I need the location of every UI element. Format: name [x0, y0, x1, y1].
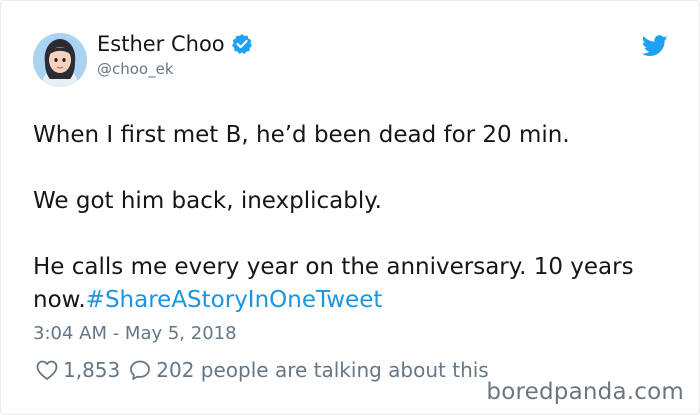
hashtag-link[interactable]: #ShareAStoryInOneTweet — [86, 287, 383, 313]
tweet-text: When I first met B, he’d been dead for 2… — [33, 119, 673, 317]
like-count[interactable]: 1,853 — [63, 358, 120, 382]
reply-bubble-icon[interactable] — [128, 358, 152, 382]
user-name[interactable]: Esther Choo — [97, 32, 225, 56]
tweet-paragraph: When I first met B, he’d been dead for 2… — [33, 122, 570, 148]
tweet-paragraph: We got him back, inexplicably. — [33, 188, 382, 214]
heart-icon[interactable] — [35, 358, 59, 382]
conversation-text[interactable]: 202 people are talking about this — [156, 358, 488, 382]
twitter-bird-icon[interactable] — [641, 35, 668, 57]
tweet-paragraph-with-hashtag: He calls me every year on the anniversar… — [33, 251, 673, 317]
tweet-timestamp[interactable]: 3:04 AM - May 5, 2018 — [33, 323, 237, 344]
engagement-bar: 1,853 202 people are talking about this — [35, 358, 489, 382]
tweet-card: Esther Choo @choo_ek When I first met B,… — [0, 0, 700, 415]
verified-badge-icon — [231, 33, 253, 55]
watermark: boredpanda.com — [486, 379, 684, 405]
avatar-illustration — [33, 33, 87, 87]
user-handle[interactable]: @choo_ek — [97, 60, 174, 78]
user-name-row[interactable]: Esther Choo — [97, 32, 253, 56]
avatar[interactable] — [33, 33, 87, 87]
